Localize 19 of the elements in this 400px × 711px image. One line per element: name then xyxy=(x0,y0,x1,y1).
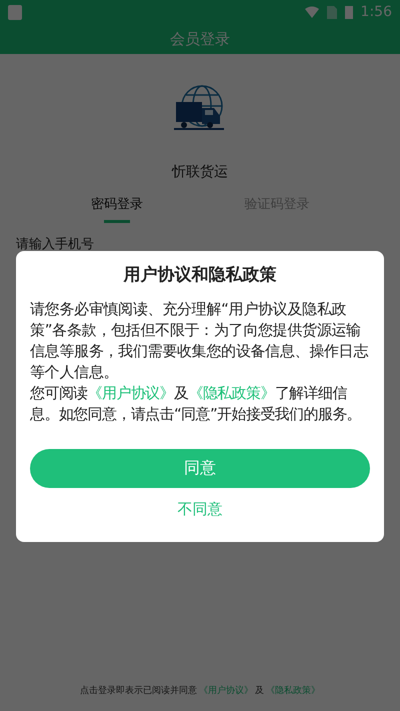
clock: 1:56 xyxy=(360,2,392,22)
wifi-icon xyxy=(304,6,319,18)
user-agreement-link[interactable]: 《用户协议》 xyxy=(199,684,253,698)
header-title: 会员登录 xyxy=(170,28,230,50)
phone-field[interactable]: 请输入手机号 xyxy=(16,235,384,254)
clipboard-icon xyxy=(8,4,22,20)
privacy-policy-link[interactable]: 《隐私政策》 xyxy=(188,384,275,402)
user-agreement-link[interactable]: 《用户协议》 xyxy=(88,384,174,402)
dialog-body: 请您务必审慎阅读、充分理解“用户协议及隐私政策”各条款，包括但不限于：为了向您提供货源运输信息等服务，我们需要收集您的设备信息、操作日志等个人信息。 xyxy=(30,298,370,382)
app-name: 忻联货运 xyxy=(172,163,228,182)
agree-button[interactable]: 同意 xyxy=(30,448,370,488)
dialog-title: 用户协议和隐私政策 xyxy=(122,264,278,287)
disagree-button[interactable]: 不同意 xyxy=(178,498,222,520)
dialog-read-text: 您可阅读《用户协议》及《隐私政策》了解详细信息。如您同意，请点击“同意”开始接受我们的服务。 xyxy=(30,382,362,424)
conjunction: 及 xyxy=(255,684,264,698)
login-tab[interactable]: 密码登录 xyxy=(90,195,143,222)
battery-icon xyxy=(344,5,353,19)
privacy-policy-link[interactable]: 《隐私政策》 xyxy=(266,684,320,698)
agreement-note: 点击登录即表示已阅读并同意 xyxy=(80,684,197,698)
